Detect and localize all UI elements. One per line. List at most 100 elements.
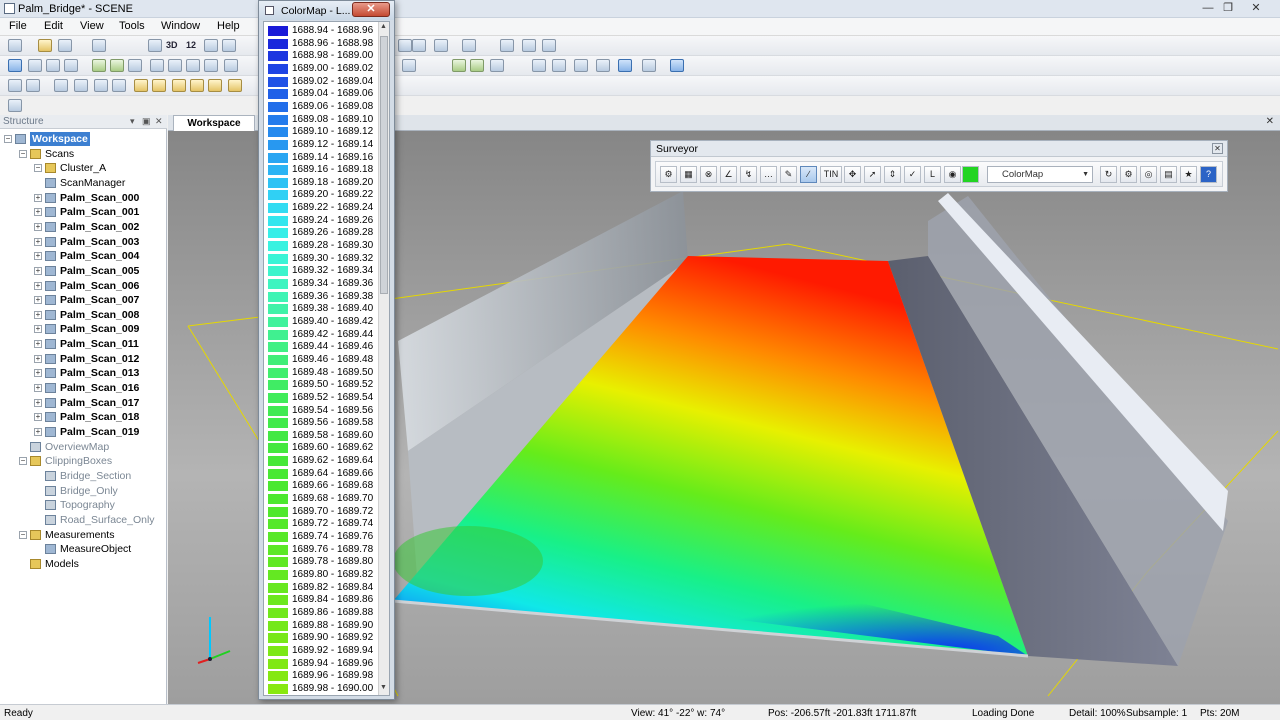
menu-view[interactable]: View: [80, 20, 104, 32]
surveyor-palette-icon[interactable]: ◉: [944, 166, 961, 183]
surveyor-target-icon[interactable]: ◎: [1140, 166, 1157, 183]
surveyor-dots-icon[interactable]: …: [760, 166, 777, 183]
expand-icon[interactable]: +: [34, 252, 42, 261]
expand-icon[interactable]: +: [34, 398, 42, 407]
collapse-icon[interactable]: −: [19, 530, 27, 539]
surveyor-slope-icon[interactable]: ∠: [720, 166, 737, 183]
expand-icon[interactable]: +: [34, 281, 42, 290]
tree-item[interactable]: MeasureObject: [0, 542, 166, 556]
tree-item[interactable]: OverviewMap: [0, 440, 166, 454]
tree-item[interactable]: + Palm_Scan_011: [0, 337, 166, 351]
tree-item[interactable]: + Palm_Scan_006: [0, 279, 166, 293]
polygon-icon[interactable]: [228, 79, 242, 92]
tab-close-icon[interactable]: ✕: [1266, 116, 1274, 127]
surveyor-close-icon[interactable]: ✕: [1212, 143, 1223, 154]
tree-item[interactable]: − Workspace: [0, 132, 166, 146]
tree-item[interactable]: + Palm_Scan_017: [0, 396, 166, 410]
expand-icon[interactable]: +: [34, 222, 42, 231]
grid-dark-icon[interactable]: [574, 59, 588, 72]
tree-item[interactable]: Road_Surface_Only: [0, 513, 166, 527]
expand-icon[interactable]: +: [34, 340, 42, 349]
select-icon[interactable]: [26, 79, 40, 92]
restore-icon[interactable]: ❐: [1216, 1, 1240, 16]
surveyor-l-button[interactable]: L: [924, 166, 941, 183]
print-icon[interactable]: [92, 39, 106, 52]
rect-select-icon[interactable]: [134, 79, 148, 92]
tree-item[interactable]: + Palm_Scan_009: [0, 322, 166, 336]
expand-icon[interactable]: +: [34, 266, 42, 275]
tree-item[interactable]: + Palm_Scan_008: [0, 308, 166, 322]
tree-item[interactable]: + Palm_Scan_012: [0, 352, 166, 366]
layers-icon[interactable]: [128, 59, 142, 72]
surveyor-tin-button[interactable]: TIN: [820, 166, 842, 183]
3d-view-button[interactable]: 3D: [166, 40, 178, 50]
cube-iso-icon[interactable]: [204, 59, 218, 72]
tree-item[interactable]: Models: [0, 557, 166, 571]
plane-icon[interactable]: [112, 79, 126, 92]
correspondence-icon[interactable]: [542, 39, 556, 52]
tree-item[interactable]: Bridge_Section: [0, 469, 166, 483]
surveyor-pointer-icon[interactable]: ➚: [864, 166, 881, 183]
tree-item[interactable]: + Palm_Scan_007: [0, 293, 166, 307]
tree-item[interactable]: + Palm_Scan_003: [0, 235, 166, 249]
surveyor-help-icon[interactable]: ?: [1200, 166, 1217, 183]
scroll-up-icon[interactable]: ▲: [380, 23, 387, 30]
transform-icon[interactable]: [642, 59, 656, 72]
menu-help[interactable]: Help: [217, 20, 240, 32]
tree-item[interactable]: + Palm_Scan_016: [0, 381, 166, 395]
camera-icon[interactable]: [46, 59, 60, 72]
collapse-icon[interactable]: −: [34, 164, 42, 173]
surveyor-check-icon[interactable]: ✓: [904, 166, 921, 183]
expand-icon[interactable]: +: [34, 208, 42, 217]
menu-file[interactable]: File: [9, 20, 27, 32]
expand-icon[interactable]: +: [34, 413, 42, 422]
cube-side-icon[interactable]: [168, 59, 182, 72]
tree-item[interactable]: + Palm_Scan_018: [0, 410, 166, 424]
quick-view-icon[interactable]: [222, 39, 236, 52]
line-icon[interactable]: [152, 79, 166, 92]
expand-icon[interactable]: +: [34, 354, 42, 363]
grid-light-icon[interactable]: [596, 59, 610, 72]
colormap-close-icon[interactable]: ✕: [352, 2, 390, 17]
surveyor-note-icon[interactable]: ★: [1180, 166, 1197, 183]
tree-item[interactable]: + Palm_Scan_005: [0, 264, 166, 278]
highlight-icon[interactable]: [452, 59, 466, 72]
pin-icon[interactable]: [470, 59, 484, 72]
box-icon[interactable]: [670, 59, 684, 72]
panel-close-icon[interactable]: ✕: [155, 116, 163, 127]
tree-item[interactable]: + Palm_Scan_019: [0, 425, 166, 439]
grid-icon[interactable]: [402, 59, 416, 72]
collapse-icon[interactable]: −: [19, 149, 27, 158]
save-icon[interactable]: [58, 39, 72, 52]
colormap-scrollbar[interactable]: ▲ ▼: [378, 22, 389, 695]
scan-delete-icon[interactable]: [398, 39, 412, 52]
home-view-icon[interactable]: [204, 39, 218, 52]
surveyor-gear-icon[interactable]: ⚙: [1120, 166, 1137, 183]
tree-item[interactable]: + Palm_Scan_002: [0, 220, 166, 234]
surveyor-section-icon[interactable]: ⊗: [700, 166, 717, 183]
cube-top-icon[interactable]: [186, 59, 200, 72]
pick-icon[interactable]: [110, 59, 124, 72]
tree-item[interactable]: − Cluster_A: [0, 161, 166, 175]
measure-icon[interactable]: [8, 79, 22, 92]
ellipse-icon[interactable]: [208, 79, 222, 92]
point-icon[interactable]: [74, 79, 88, 92]
tree-item[interactable]: + Palm_Scan_004: [0, 249, 166, 263]
grid-fill-icon[interactable]: [552, 59, 566, 72]
expand-icon[interactable]: +: [34, 325, 42, 334]
menu-tools[interactable]: Tools: [119, 20, 145, 32]
expand-icon[interactable]: +: [34, 193, 42, 202]
scan-marker-icon[interactable]: [8, 99, 22, 112]
expand-icon[interactable]: +: [34, 296, 42, 305]
circle-icon[interactable]: [190, 79, 204, 92]
surveyor-line-tool-icon[interactable]: ∕: [800, 166, 817, 183]
surveyor-updown-icon[interactable]: ⇕: [884, 166, 901, 183]
expand-icon[interactable]: +: [34, 310, 42, 319]
surveyor-export-icon[interactable]: ⚙: [660, 166, 677, 183]
colorize-icon[interactable]: [92, 59, 106, 72]
surveyor-refresh-icon[interactable]: ↻: [1100, 166, 1117, 183]
panel-pin-icon[interactable]: ▣: [142, 116, 151, 127]
lasso-icon[interactable]: [54, 79, 68, 92]
cube-front-icon[interactable]: [150, 59, 164, 72]
menu-window[interactable]: Window: [161, 20, 200, 32]
